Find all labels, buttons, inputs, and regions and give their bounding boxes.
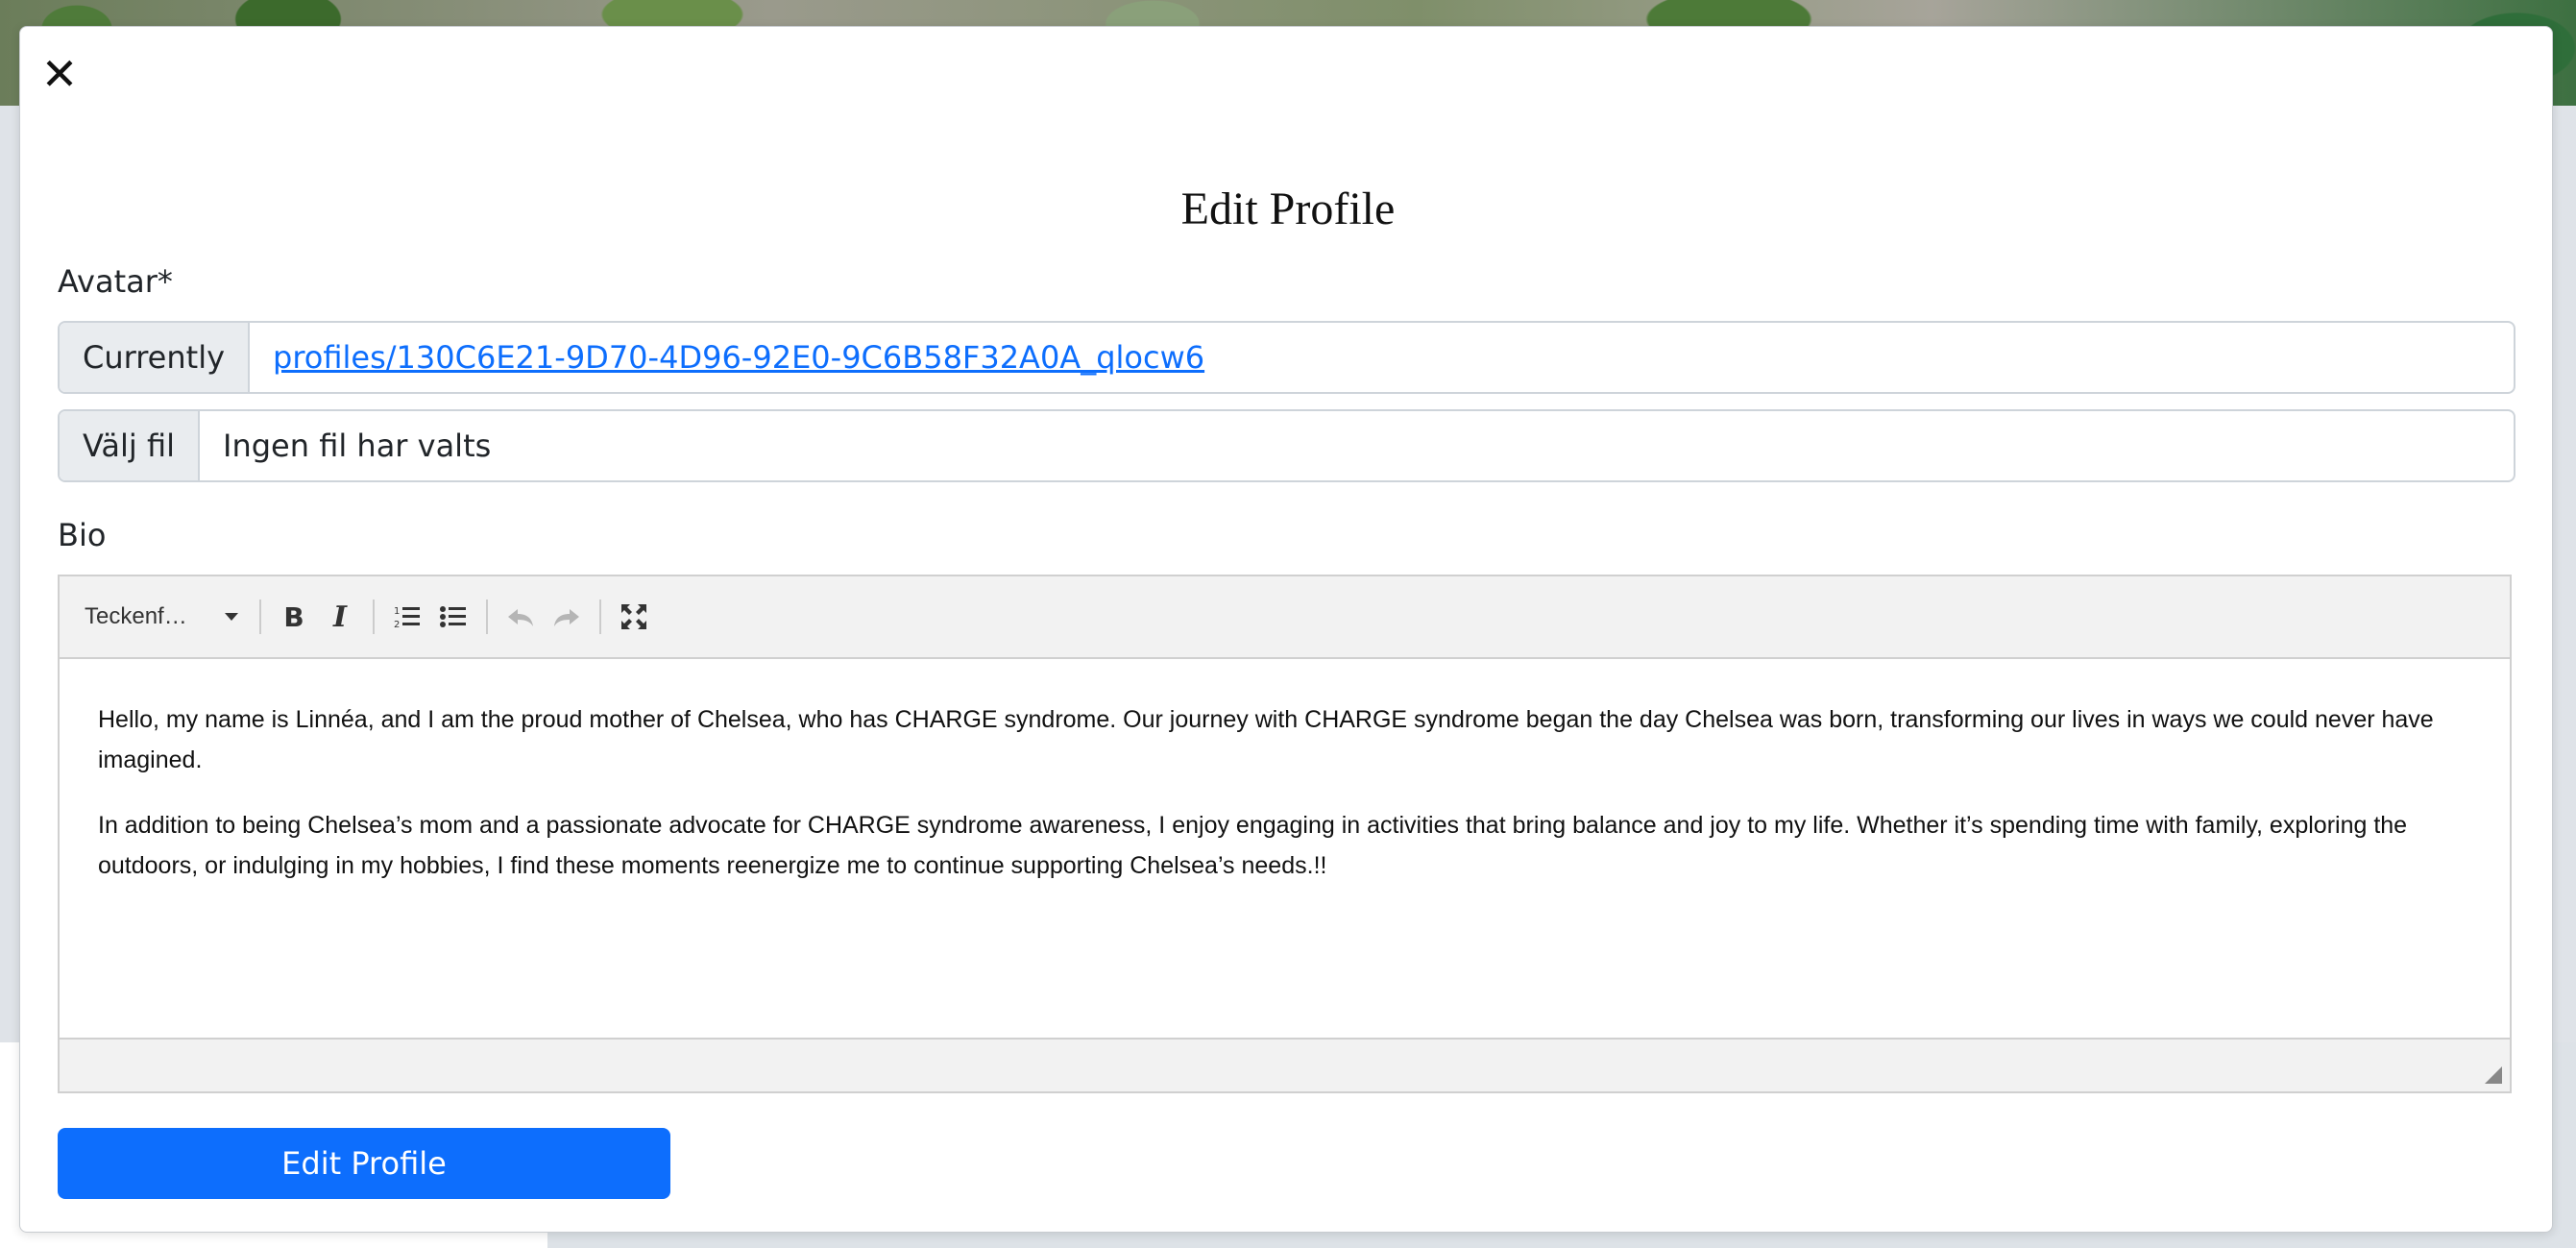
bio-label: Bio — [58, 517, 107, 553]
undo-icon[interactable] — [498, 594, 544, 640]
currently-addon: Currently — [60, 323, 251, 392]
bio-paragraph: In addition to being Chelsea’s mom and a… — [98, 812, 2408, 879]
toolbar-divider — [599, 600, 601, 634]
choose-file-button[interactable]: Välj fil — [60, 411, 201, 480]
avatar-file-input[interactable]: Välj fil Ingen fil har valts — [58, 409, 2515, 482]
bio-textarea[interactable]: Hello, my name is Linnéa, and I am the p… — [60, 659, 2510, 1040]
unordered-list-icon[interactable] — [430, 594, 476, 640]
bold-icon[interactable]: B — [271, 594, 317, 640]
avatar-label: Avatar* — [58, 263, 173, 300]
italic-icon[interactable]: I — [317, 594, 363, 640]
font-family-select[interactable]: Teckenf… — [85, 603, 250, 630]
redo-icon[interactable] — [544, 594, 590, 640]
svg-text:2: 2 — [394, 620, 400, 629]
modal-title: Edit Profile — [1180, 184, 1396, 234]
close-icon[interactable]: ✕ — [38, 50, 81, 98]
bio-editor: Teckenf… B I 1 2 Hello, my name is Linné… — [58, 575, 2512, 1093]
font-family-label: Teckenf… — [85, 603, 187, 629]
fullscreen-icon[interactable] — [611, 594, 657, 640]
toolbar-divider — [486, 600, 488, 634]
resize-handle-icon[interactable] — [2485, 1066, 2502, 1084]
current-avatar-link[interactable]: profiles/130C6E21-9D70-4D96-92E0-9C6B58F… — [273, 339, 1204, 376]
current-avatar-group: Currently profiles/130C6E21-9D70-4D96-92… — [58, 321, 2515, 394]
edit-profile-button[interactable]: Edit Profile — [58, 1128, 670, 1199]
editor-toolbar: Teckenf… B I 1 2 — [60, 576, 2510, 659]
toolbar-divider — [259, 600, 261, 634]
ordered-list-icon[interactable]: 1 2 — [384, 594, 430, 640]
svg-text:1: 1 — [394, 606, 400, 617]
file-status-text: Ingen fil har valts — [223, 428, 492, 464]
bio-paragraph: Hello, my name is Linnéa, and I am the p… — [98, 706, 2434, 773]
chevron-down-icon — [225, 613, 238, 621]
current-avatar-field: profiles/130C6E21-9D70-4D96-92E0-9C6B58F… — [250, 323, 2514, 392]
editor-statusbar — [60, 1038, 2510, 1091]
toolbar-divider — [373, 600, 375, 634]
